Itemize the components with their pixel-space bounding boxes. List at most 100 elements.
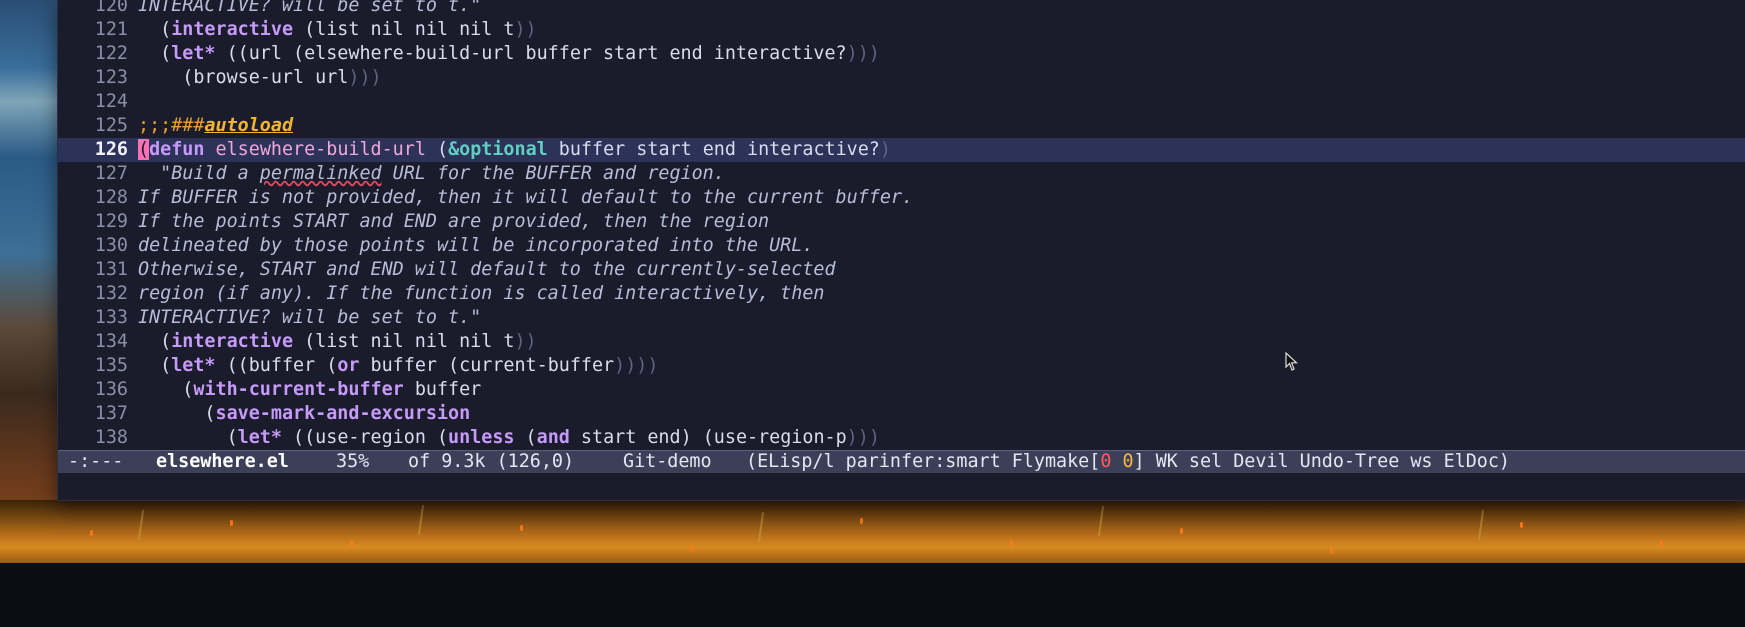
- code-line[interactable]: 125 ;;;###autoload: [58, 114, 1745, 138]
- code-token: URL for the BUFFER and region.: [381, 163, 725, 184]
- code-token: save-mark-and-excursion: [215, 403, 471, 424]
- line-code[interactable]: (defun elsewhere-build-url (&optional bu…: [138, 138, 891, 162]
- code-token: (: [138, 403, 216, 424]
- code-line[interactable]: 132 region (if any). If the function is c…: [58, 282, 1745, 306]
- modeline-state: -:---: [68, 451, 124, 472]
- code-line[interactable]: 124: [58, 90, 1745, 114]
- wallpaper-flower: [1660, 540, 1663, 546]
- code-line[interactable]: 122 (let* ((url (elsewhere-build-url buf…: [58, 42, 1745, 66]
- code-line[interactable]: 137 (save-mark-and-excursion: [58, 402, 1745, 426]
- line-code[interactable]: region (if any). If the function is call…: [138, 282, 824, 306]
- code-token: region (if any). If the function is call…: [138, 283, 825, 304]
- code-token: If the points START and END are provided…: [138, 211, 770, 232]
- line-code[interactable]: "Build a permalinked URL for the BUFFER …: [138, 162, 725, 186]
- line-code[interactable]: ;;;###autoload: [138, 114, 293, 138]
- code-line[interactable]: 120 INTERACTIVE? will be set to t.": [58, 0, 1745, 18]
- code-line[interactable]: 127 "Build a permalinked URL for the BUF…: [58, 162, 1745, 186]
- code-token: ((url (elsewhere-build-url buffer start …: [215, 43, 847, 64]
- code-token: buffer: [403, 379, 482, 400]
- code-token: (: [138, 355, 172, 376]
- code-token: ))): [846, 427, 880, 448]
- wallpaper-flower: [1180, 528, 1183, 534]
- code-token: )))): [614, 355, 659, 376]
- code-token: (list nil nil nil t: [293, 331, 515, 352]
- code-line[interactable]: 138 (let* ((use-region (unless (and star…: [58, 426, 1745, 450]
- code-token: INTERACTIVE? will be set to t.": [138, 0, 482, 16]
- code-token: INTERACTIVE? will be set to t.": [138, 307, 482, 328]
- line-code[interactable]: (browse-url url))): [138, 66, 381, 90]
- code-token: let*: [171, 355, 216, 376]
- line-number: 122: [94, 43, 128, 64]
- line-number: 132: [94, 283, 128, 304]
- line-number: 130: [94, 235, 128, 256]
- code-line[interactable]: 134 (interactive (list nil nil nil t)): [58, 330, 1745, 354]
- code-token: (: [425, 139, 449, 160]
- code-token: )): [514, 331, 537, 352]
- code-token: &optional: [448, 139, 548, 160]
- code-line[interactable]: 128 If BUFFER is not provided, then it wi…: [58, 186, 1745, 210]
- line-code[interactable]: (save-mark-and-excursion: [138, 402, 470, 426]
- line-code[interactable]: If BUFFER is not provided, then it will …: [138, 186, 913, 210]
- line-code[interactable]: INTERACTIVE? will be set to t.": [138, 306, 481, 330]
- code-line[interactable]: 135 (let* ((buffer (or buffer (current-b…: [58, 354, 1745, 378]
- code-token: (list nil nil nil t: [293, 19, 515, 40]
- wallpaper-flower: [350, 540, 353, 546]
- code-token: interactive: [171, 19, 294, 40]
- line-number: 129: [94, 211, 128, 232]
- line-code[interactable]: (interactive (list nil nil nil t)): [138, 18, 536, 42]
- flymake-error-count[interactable]: 0: [1100, 451, 1111, 472]
- line-code[interactable]: (let* ((buffer (or buffer (current-buffe…: [138, 354, 658, 378]
- code-token: (browse-url url: [138, 67, 349, 88]
- line-number: 135: [94, 355, 128, 376]
- line-number: 137: [94, 403, 128, 424]
- code-line[interactable]: 131 Otherwise, START and END will default…: [58, 258, 1745, 282]
- code-line[interactable]: 123 (browse-url url))): [58, 66, 1745, 90]
- line-number: 131: [94, 259, 128, 280]
- wallpaper-flower: [690, 545, 693, 551]
- line-code[interactable]: (let* ((url (elsewhere-build-url buffer …: [138, 42, 880, 66]
- line-code[interactable]: delineated by those points will be incor…: [138, 234, 813, 258]
- modeline-position: 35%: [336, 451, 370, 472]
- code-token: Otherwise, START and END will default to…: [138, 259, 836, 280]
- code-token: ;;;###: [138, 115, 205, 136]
- code-line[interactable]: 133 INTERACTIVE? will be set to t.": [58, 306, 1745, 330]
- code-token: ))): [846, 43, 880, 64]
- modeline-vc[interactable]: Git-demo: [623, 451, 712, 473]
- code-buffer[interactable]: 120 INTERACTIVE? will be set to t." 121 (i…: [58, 0, 1745, 450]
- line-code[interactable]: INTERACTIVE? will be set to t.": [138, 0, 481, 18]
- code-token: "Build a: [138, 163, 260, 184]
- line-code[interactable]: (with-current-buffer buffer: [138, 378, 481, 402]
- line-number: 134: [94, 331, 128, 352]
- wallpaper-flower: [1010, 540, 1013, 546]
- modeline-modes[interactable]: (ELisp/l parinfer:smart Flymake[0 0] WK …: [746, 451, 1510, 473]
- modeline-buffer-name[interactable]: elsewhere.el: [156, 451, 289, 473]
- code-token: buffer start end interactive?: [547, 139, 880, 160]
- code-token: buffer (current-buffer: [359, 355, 615, 376]
- line-number: 138: [94, 427, 128, 448]
- code-line[interactable]: 126 (defun elsewhere-build-url (&optional…: [58, 138, 1745, 162]
- line-code[interactable]: (let* ((use-region (unless (and start en…: [138, 426, 880, 450]
- wallpaper-flower: [860, 518, 863, 524]
- wallpaper-flower: [520, 525, 523, 531]
- emacs-window[interactable]: 120 INTERACTIVE? will be set to t." 121 (i…: [57, 0, 1745, 501]
- code-line[interactable]: 121 (interactive (list nil nil nil t)): [58, 18, 1745, 42]
- modeline-modes-suffix: ] WK sel Devil Undo-Tree ws ElDoc): [1133, 451, 1510, 472]
- mouse-pointer-icon: [1285, 352, 1299, 371]
- code-token: (: [138, 427, 238, 448]
- code-token: unless: [448, 427, 515, 448]
- line-code[interactable]: (interactive (list nil nil nil t)): [138, 330, 537, 354]
- line-number: 124: [94, 91, 128, 112]
- code-line[interactable]: 129 If the points START and END are provi…: [58, 210, 1745, 234]
- code-token: ((buffer (: [215, 355, 338, 376]
- modeline-modes-prefix: (ELisp/l parinfer:smart Flymake[: [746, 451, 1101, 472]
- wallpaper-flower: [1330, 548, 1333, 554]
- line-code[interactable]: Otherwise, START and END will default to…: [138, 258, 836, 282]
- flymake-warning-count[interactable]: 0: [1122, 451, 1133, 472]
- line-code[interactable]: If the points START and END are provided…: [138, 210, 769, 234]
- code-token: permalinked: [259, 163, 382, 184]
- line-number: 133: [94, 307, 128, 328]
- code-line[interactable]: 130 delineated by those points will be in…: [58, 234, 1745, 258]
- mode-line[interactable]: -:--- elsewhere.el 35% of 9.3k (126,0) G…: [58, 450, 1745, 473]
- code-line[interactable]: 136 (with-current-buffer buffer: [58, 378, 1745, 402]
